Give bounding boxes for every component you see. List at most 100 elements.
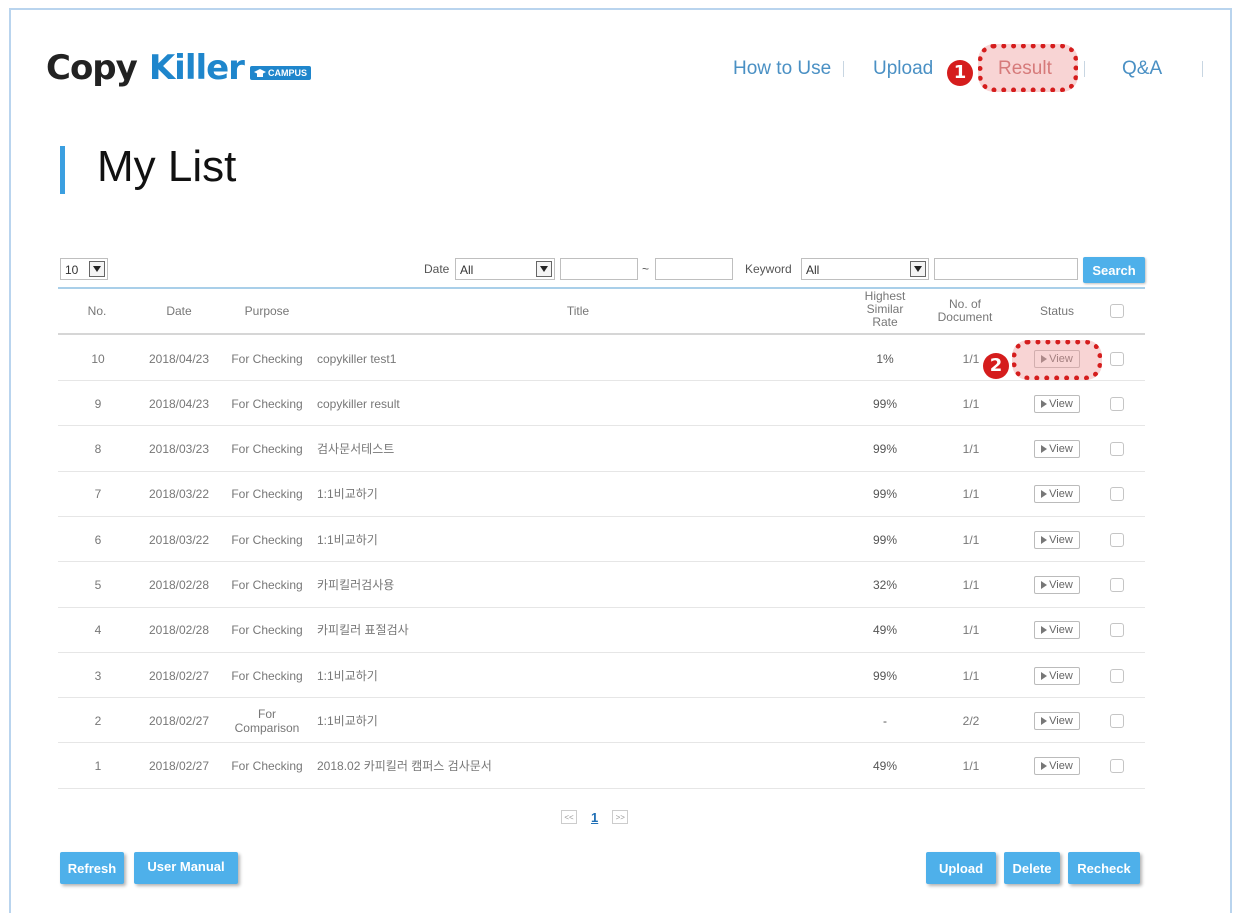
table-row: 7 2018/03/22 For Checking 1:1비교하기 99% 1/1 View bbox=[58, 472, 1145, 517]
search-button[interactable]: Search bbox=[1083, 257, 1145, 283]
cell-status: View bbox=[1032, 517, 1082, 562]
cell-no: 1 bbox=[94, 759, 102, 774]
view-button-label: View bbox=[1049, 760, 1073, 773]
cell-title[interactable]: 카피킬러검사용 bbox=[317, 563, 837, 608]
nav-result[interactable]: Result bbox=[998, 58, 1052, 80]
view-button[interactable]: View bbox=[1034, 576, 1080, 594]
cell-status: View bbox=[1032, 608, 1082, 653]
row-checkbox[interactable] bbox=[1110, 578, 1124, 592]
cell-no: 5 bbox=[94, 578, 102, 592]
play-icon bbox=[1041, 535, 1048, 544]
date-from-input[interactable] bbox=[560, 258, 638, 280]
cell-purpose: For Checking bbox=[231, 578, 303, 592]
nav-how-to-use[interactable]: How to Use bbox=[733, 58, 831, 80]
row-checkbox[interactable] bbox=[1110, 396, 1124, 411]
title-accent-bar bbox=[60, 146, 65, 194]
row-checkbox[interactable] bbox=[1110, 623, 1124, 638]
refresh-button[interactable]: Refresh bbox=[60, 852, 124, 884]
view-button[interactable]: View bbox=[1034, 530, 1080, 549]
cell-purpose: For Checking bbox=[231, 351, 303, 366]
col-header-documents: No. of Document bbox=[937, 297, 993, 324]
page-size-select[interactable]: 10 bbox=[60, 258, 108, 280]
cell-purpose: For Checking bbox=[231, 668, 303, 683]
select-all-checkbox[interactable] bbox=[1110, 304, 1124, 318]
cell-status: View bbox=[1032, 381, 1082, 426]
cell-title[interactable]: 1:1비교하기 bbox=[317, 517, 837, 562]
recheck-button[interactable]: Recheck bbox=[1068, 852, 1140, 884]
cell-date: 2018/02/28 bbox=[148, 578, 210, 592]
cell-no: 10 bbox=[91, 351, 105, 366]
cell-title[interactable]: copykiller test1 bbox=[317, 336, 837, 381]
keyword-type-select[interactable]: All bbox=[801, 258, 929, 280]
view-button[interactable]: View bbox=[1034, 711, 1080, 730]
cell-title[interactable]: 검사문서테스트 bbox=[317, 427, 837, 472]
pagination-next-button[interactable]: >> bbox=[612, 810, 629, 824]
nav-qna[interactable]: Q&A bbox=[1122, 58, 1162, 80]
cell-no: 7 bbox=[94, 487, 102, 502]
view-button-label: View bbox=[1049, 624, 1073, 637]
row-checkbox[interactable] bbox=[1110, 351, 1124, 366]
cell-no: 8 bbox=[94, 442, 102, 457]
page-size-value: 10 bbox=[65, 263, 79, 277]
table-row: 6 2018/03/22 For Checking 1:1비교하기 99% 1/1 View bbox=[58, 517, 1145, 563]
view-button[interactable]: View bbox=[1034, 394, 1080, 413]
row-checkbox[interactable] bbox=[1110, 442, 1124, 457]
col-header-similar-rate: Highest Similar Rate bbox=[864, 289, 906, 329]
delete-button[interactable]: Delete bbox=[1004, 852, 1060, 884]
cell-title[interactable]: 1:1비교하기 bbox=[317, 472, 837, 517]
cell-no: 6 bbox=[94, 532, 102, 547]
nav-upload[interactable]: Upload bbox=[873, 58, 933, 80]
table-row: 8 2018/03/23 For Checking 검사문서테스트 99% 1/1 View bbox=[58, 427, 1145, 472]
keyword-label: Keyword bbox=[745, 262, 792, 276]
view-button[interactable]: View bbox=[1034, 757, 1080, 776]
cell-no: 4 bbox=[94, 623, 102, 638]
table-row: 9 2018/04/23 For Checking copykiller result… bbox=[58, 381, 1145, 427]
view-button[interactable]: View bbox=[1034, 485, 1080, 504]
cell-title[interactable]: 1:1비교하기 bbox=[317, 698, 837, 743]
cell-documents: 1/1 bbox=[962, 668, 980, 683]
row-checkbox[interactable] bbox=[1110, 713, 1124, 728]
chevron-down-icon bbox=[536, 261, 552, 277]
view-button[interactable]: View bbox=[1034, 666, 1080, 685]
date-range-select[interactable]: All bbox=[455, 258, 555, 280]
pagination: << 1 >> bbox=[561, 808, 629, 826]
table-row: 3 2018/02/27 For Checking 1:1비교하기 99% 1/1 View bbox=[58, 653, 1145, 699]
annotation-marker-2: 2 bbox=[983, 353, 1009, 379]
cell-title[interactable]: copykiller result bbox=[317, 381, 837, 426]
cell-documents: 1/1 bbox=[962, 759, 980, 774]
table-header: No. Date Purpose Title Highest Similar R… bbox=[58, 289, 1145, 335]
view-button[interactable]: View bbox=[1034, 621, 1080, 640]
cell-status: View bbox=[1032, 472, 1082, 517]
upload-button[interactable]: Upload bbox=[926, 852, 996, 884]
cell-date: 2018/02/27 bbox=[148, 713, 210, 728]
cell-similar-rate: 49% bbox=[872, 623, 898, 638]
view-button[interactable]: View bbox=[1034, 440, 1080, 459]
row-checkbox[interactable] bbox=[1110, 668, 1124, 683]
cell-date: 2018/03/22 bbox=[148, 532, 210, 547]
pagination-prev-button[interactable]: << bbox=[561, 810, 577, 824]
row-checkbox[interactable] bbox=[1110, 487, 1124, 502]
cell-title[interactable]: 카피킬러 표절검사 bbox=[317, 608, 837, 653]
keyword-input[interactable] bbox=[934, 258, 1078, 280]
cell-documents: 1/1 bbox=[962, 578, 980, 592]
cell-no: 3 bbox=[94, 668, 102, 683]
annotation-highlight-view bbox=[1012, 340, 1102, 380]
row-checkbox[interactable] bbox=[1110, 759, 1124, 774]
annotation-marker-1: 1 bbox=[947, 60, 973, 86]
view-button-label: View bbox=[1049, 579, 1073, 591]
view-button-label: View bbox=[1049, 714, 1073, 727]
play-icon bbox=[1041, 581, 1048, 589]
cell-select bbox=[1106, 427, 1128, 472]
nav-separator bbox=[843, 61, 844, 77]
chevron-down-icon bbox=[89, 261, 105, 277]
play-icon bbox=[1041, 671, 1048, 680]
date-to-input[interactable] bbox=[655, 258, 733, 280]
cell-title[interactable]: 2018.02 카피킬러 캠퍼스 검사문서 bbox=[317, 744, 837, 789]
pagination-page-1[interactable]: 1 bbox=[591, 810, 598, 825]
cell-title[interactable]: 1:1비교하기 bbox=[317, 653, 837, 698]
user-manual-button[interactable]: User Manual bbox=[134, 852, 238, 884]
cell-no: 2 bbox=[94, 713, 102, 728]
row-checkbox[interactable] bbox=[1110, 532, 1124, 547]
date-separator: ~ bbox=[642, 262, 650, 276]
col-header-purpose: Purpose bbox=[244, 304, 290, 318]
